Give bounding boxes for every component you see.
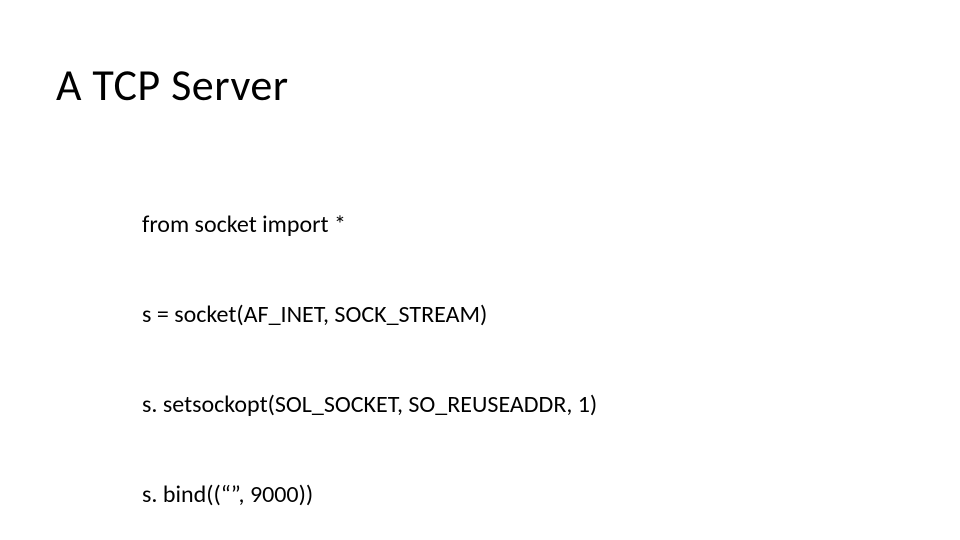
slide: A TCP Server from socket import * s = so… [0, 0, 960, 540]
code-line: s. bind((“”, 9000)) [142, 480, 614, 510]
code-line: s. setsockopt(SOL_SOCKET, SO_REUSEADDR, … [142, 390, 614, 420]
code-block: from socket import * s = socket(AF_INET,… [142, 150, 614, 540]
slide-title: A TCP Server [56, 58, 289, 112]
code-line: from socket import * [142, 210, 614, 240]
code-line: s = socket(AF_INET, SOCK_STREAM) [142, 300, 614, 330]
